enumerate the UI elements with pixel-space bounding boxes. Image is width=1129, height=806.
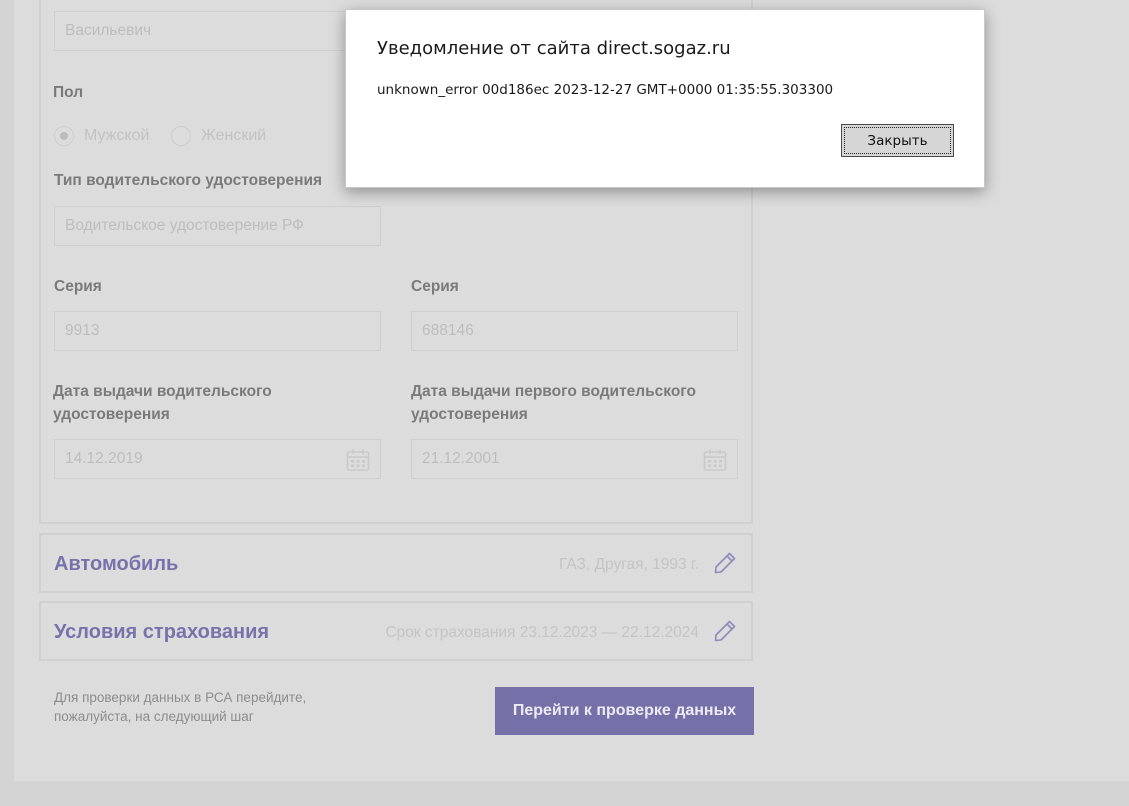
first-issue-date-input[interactable]: 21.12.2001 [411,439,738,479]
gender-label: Пол [53,84,84,101]
license-number-label: Серия [411,278,459,295]
insurance-section-title: Условия страхования [54,621,270,643]
insurance-section[interactable]: Условия страхования Срок страхования 23.… [39,601,753,661]
license-number-input[interactable]: 688146 [411,311,738,351]
calendar-icon[interactable] [346,448,370,472]
issue-date-input[interactable]: 14.12.2019 [54,439,381,479]
license-type-label: Тип водительского удостоверения [54,172,323,189]
gender-option-female-label: Женский [201,127,267,144]
pencil-icon[interactable] [713,619,737,643]
car-section[interactable]: Автомобиль ГАЗ, Другая, 1993 г. [39,533,753,593]
calendar-icon[interactable] [703,448,727,472]
gender-option-male[interactable]: Мужской [54,125,149,147]
insurance-section-summary: Срок страхования 23.12.2023 — 22.12.2024 [385,624,699,641]
gender-option-male-label: Мужской [84,127,150,144]
dialog-title: Уведомление от сайта direct.sogaz.ru [377,38,731,59]
car-section-title: Автомобиль [54,553,179,575]
issue-date-value: 14.12.2019 [65,450,143,467]
license-type-select[interactable]: Водительское удостоверение РФ [54,206,381,246]
patronymic-field[interactable]: Васильевич [54,11,381,51]
car-section-summary: ГАЗ, Другая, 1993 г. [559,556,699,573]
first-issue-date-value: 21.12.2001 [422,450,500,467]
radio-unselected-icon [171,126,191,146]
site-alert-dialog: Уведомление от сайта direct.sogaz.ru unk… [345,9,985,188]
gender-option-female[interactable]: Женский [171,125,266,147]
go-to-verification-button[interactable]: Перейти к проверке данных [495,687,754,735]
issue-date-label: Дата выдачи водительского удостоверения [53,383,272,423]
next-step-hint: Для проверки данных в РСА перейдите, пож… [54,690,307,724]
dialog-message: unknown_error 00d186ec 2023-12-27 GMT+00… [377,82,834,98]
license-series-input[interactable]: 9913 [54,311,381,351]
pencil-icon[interactable] [713,551,737,575]
license-series-label: Серия [54,278,102,295]
radio-selected-icon [54,126,74,146]
dialog-close-button[interactable]: Закрыть [841,124,954,157]
first-issue-date-label: Дата выдачи первого водительского удосто… [411,383,697,423]
